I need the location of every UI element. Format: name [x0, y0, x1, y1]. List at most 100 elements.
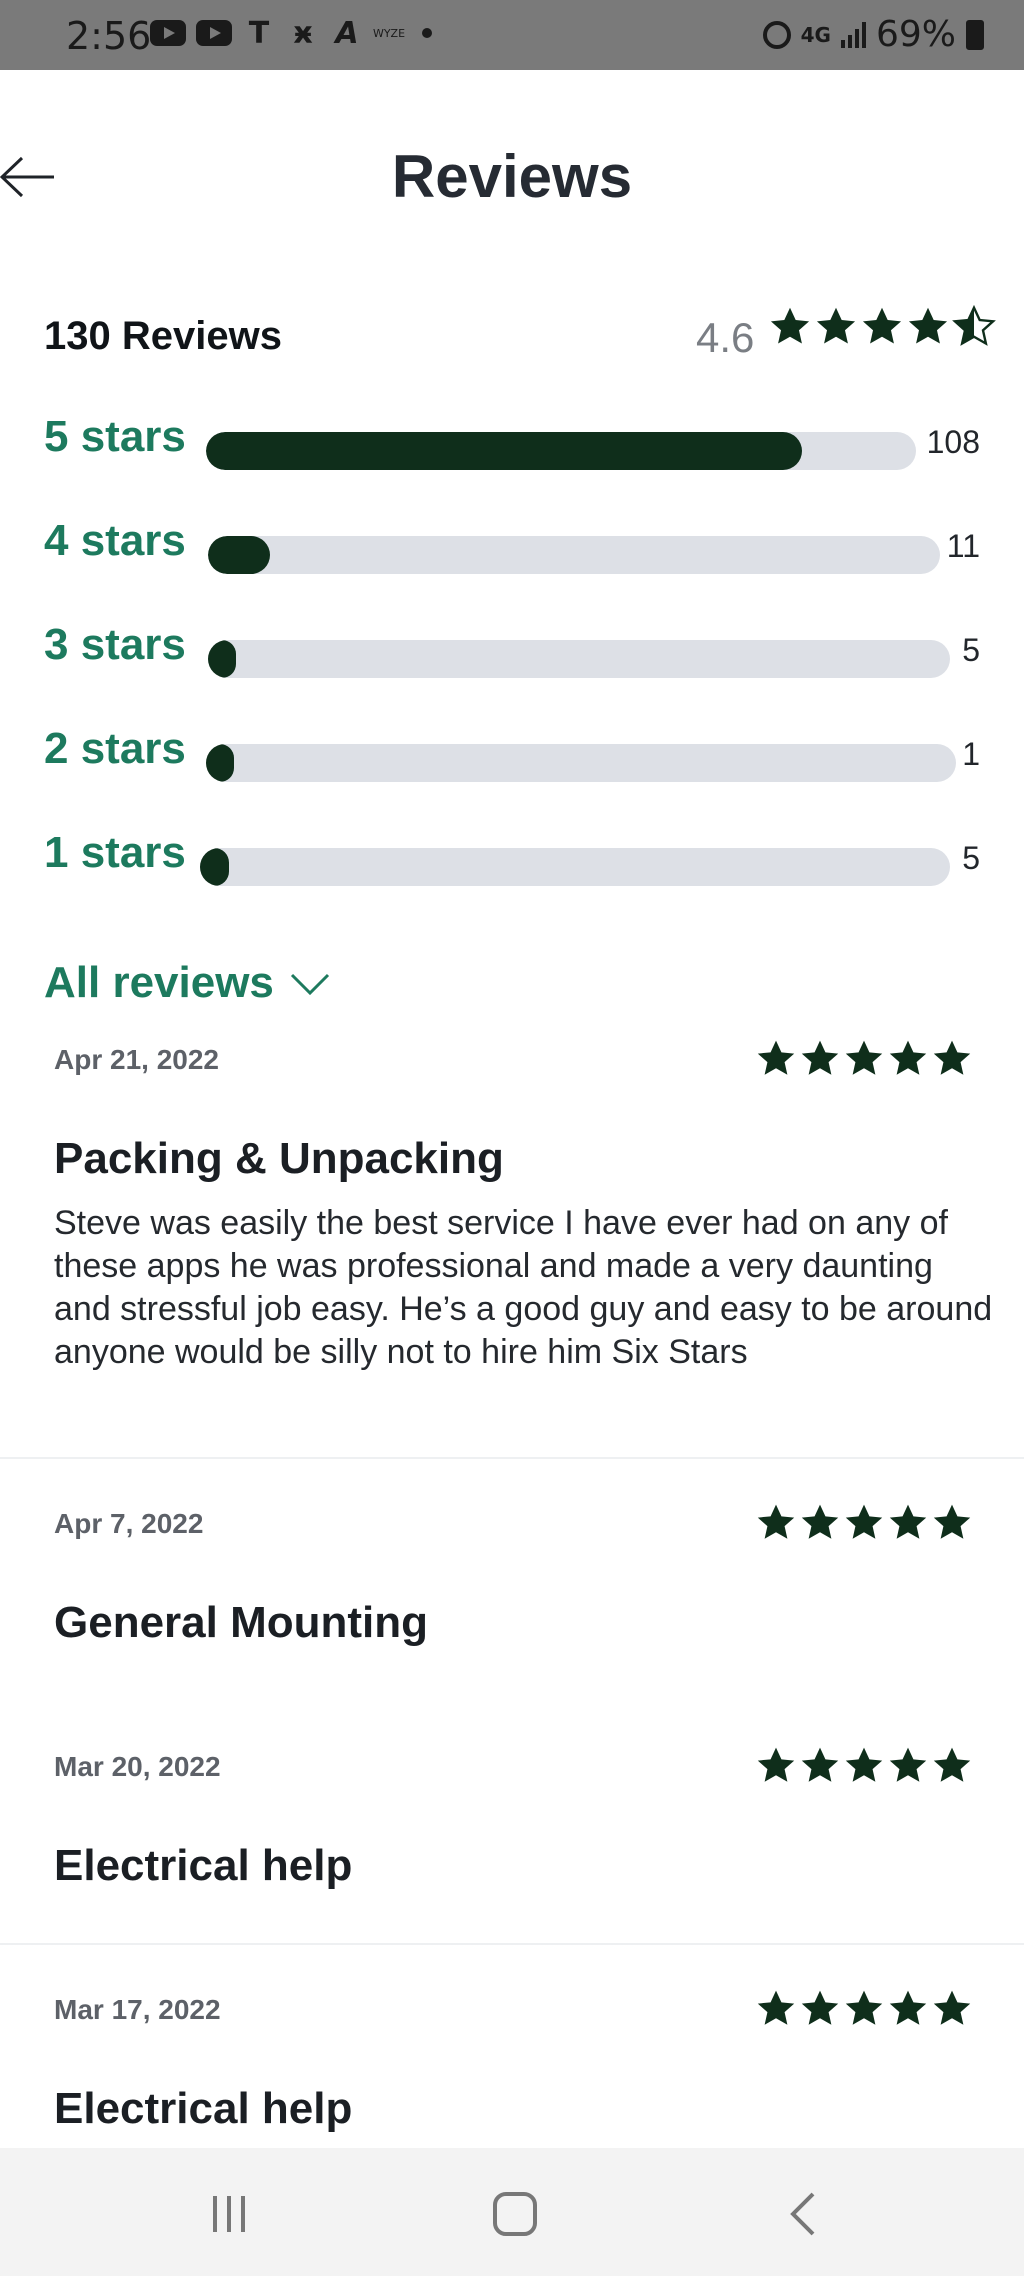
- rating-bar-row: 3 stars 5: [0, 618, 1024, 678]
- star-filled-icon: [933, 1504, 971, 1539]
- rating-bar-row: 5 stars 108: [0, 410, 1024, 470]
- status-system-icons: 4G 69%: [762, 14, 984, 55]
- star-filled-icon: [845, 1504, 883, 1539]
- rating-bar-label: 3 stars: [44, 620, 186, 669]
- review-card[interactable]: Apr 7, 2022 General Mounting: [0, 1494, 1024, 1694]
- rating-bar-count: 5: [962, 840, 980, 876]
- rating-bar-fill: [200, 848, 229, 886]
- rating-bar-count: 1: [962, 736, 980, 772]
- system-nav-bar: [0, 2148, 1024, 2276]
- dot-icon: [422, 28, 432, 38]
- chevron-down-icon: [290, 973, 329, 996]
- review-title: Electrical help: [54, 1841, 353, 1890]
- review-body: Steve was easily the best service I have…: [54, 1204, 993, 1371]
- rating-bar-label: 1 stars: [44, 828, 186, 877]
- alarm-icon: [762, 20, 791, 49]
- home-button[interactable]: [480, 2186, 550, 2242]
- rating-bar-count: 11: [946, 528, 980, 564]
- page-title: Reviews: [391, 143, 633, 210]
- rating-bar-fill: [206, 432, 803, 470]
- review-card[interactable]: Mar 17, 2022 Electrical help: [0, 1980, 1024, 2148]
- rating-bar-track: [200, 848, 950, 886]
- star-filled-icon: [933, 1990, 971, 2025]
- star-filled-icon: [933, 1040, 971, 1075]
- review-title: General Mounting: [54, 1598, 428, 1647]
- rating-bar-row: 2 stars 1: [0, 722, 1024, 782]
- recent-apps-icon: [213, 2196, 245, 2232]
- status-time: 2:56: [66, 14, 152, 58]
- review-stars: [754, 1502, 974, 1544]
- star-filled-icon: [757, 1747, 795, 1782]
- rating-bar-track: [206, 432, 916, 470]
- star-filled-icon: [845, 1040, 883, 1075]
- back-icon: [790, 2192, 815, 2236]
- average-rating: 4.6: [696, 314, 755, 361]
- battery-label: 69%: [875, 14, 956, 55]
- youtube-icon: [150, 20, 186, 46]
- rating-bar-fill: [206, 744, 234, 782]
- star-filled-icon: [889, 1990, 927, 2025]
- review-date: Mar 20, 2022: [54, 1751, 221, 1782]
- review-stars: [754, 1988, 974, 2030]
- star-filled-icon: [908, 307, 948, 344]
- status-bar: 2:56 T ӿ A WYZE 4G 69%: [0, 0, 1024, 70]
- youtube-icon: [196, 20, 232, 46]
- all-reviews-label: All reviews: [44, 958, 274, 1007]
- rating-bar-track: [208, 640, 950, 678]
- rating-bar-track: [208, 536, 940, 574]
- rating-bar-count: 108: [926, 424, 980, 460]
- star-filled-icon: [862, 307, 902, 344]
- battery-icon: [966, 19, 984, 50]
- review-stars: [754, 1038, 974, 1080]
- star-filled-icon: [845, 1990, 883, 2025]
- star-filled-icon: [889, 1504, 927, 1539]
- star-filled-icon: [801, 1040, 839, 1075]
- wyze-icon: WYZE: [372, 26, 406, 40]
- review-title: Electrical help: [54, 2084, 353, 2133]
- header: Reviews: [0, 70, 1024, 290]
- rating-bar-label: 2 stars: [44, 724, 186, 773]
- star-filled-icon: [801, 1990, 839, 2025]
- nav-back-button[interactable]: [768, 2186, 838, 2242]
- review-stars: [754, 1745, 974, 1787]
- star-filled-icon: [889, 1040, 927, 1075]
- star-filled-icon: [889, 1747, 927, 1782]
- star-filled-icon: [801, 1747, 839, 1782]
- rating-bar-fill: [208, 536, 271, 574]
- t-app-icon: T: [248, 15, 270, 51]
- rating-bar-row: 4 stars 11: [0, 514, 1024, 574]
- rating-bar-label: 5 stars: [44, 412, 186, 461]
- star-filled-icon: [757, 1504, 795, 1539]
- star-filled-icon: [816, 307, 856, 344]
- star-half-icon: [952, 304, 996, 346]
- star-filled-icon: [770, 307, 810, 344]
- review-date: Mar 17, 2022: [54, 1994, 221, 2025]
- rating-bar-count: 5: [962, 632, 980, 668]
- average-stars: [768, 304, 996, 350]
- divider: [0, 1457, 1024, 1459]
- network-type-label: 4G: [800, 22, 831, 47]
- review-count: 130 Reviews: [44, 314, 282, 358]
- recent-apps-button[interactable]: [194, 2186, 264, 2242]
- home-icon: [493, 2192, 537, 2236]
- rating-bar-row: 1 stars 5: [0, 826, 1024, 886]
- x-app-icon: ӿ: [293, 15, 313, 51]
- all-reviews-filter[interactable]: All reviews: [44, 958, 332, 1008]
- review-date: Apr 7, 2022: [54, 1508, 204, 1539]
- star-filled-icon: [801, 1504, 839, 1539]
- review-title: Packing & Unpacking: [54, 1134, 504, 1183]
- review-card[interactable]: Apr 21, 2022 Packing & Unpacking Steve w…: [0, 1030, 1024, 1460]
- star-filled-icon: [757, 1040, 795, 1075]
- rating-bar-label: 4 stars: [44, 516, 186, 565]
- divider: [0, 1943, 1024, 1945]
- a-app-icon: A: [335, 15, 359, 51]
- review-date: Apr 21, 2022: [54, 1044, 219, 1075]
- status-notification-icons: T ӿ A WYZE: [150, 15, 432, 51]
- rating-bar-track: [206, 744, 956, 782]
- star-filled-icon: [933, 1747, 971, 1782]
- rating-bar-fill: [208, 640, 237, 678]
- review-card[interactable]: Mar 20, 2022 Electrical help: [0, 1737, 1024, 1937]
- signal-icon: [840, 21, 866, 48]
- star-filled-icon: [757, 1990, 795, 2025]
- star-filled-icon: [845, 1747, 883, 1782]
